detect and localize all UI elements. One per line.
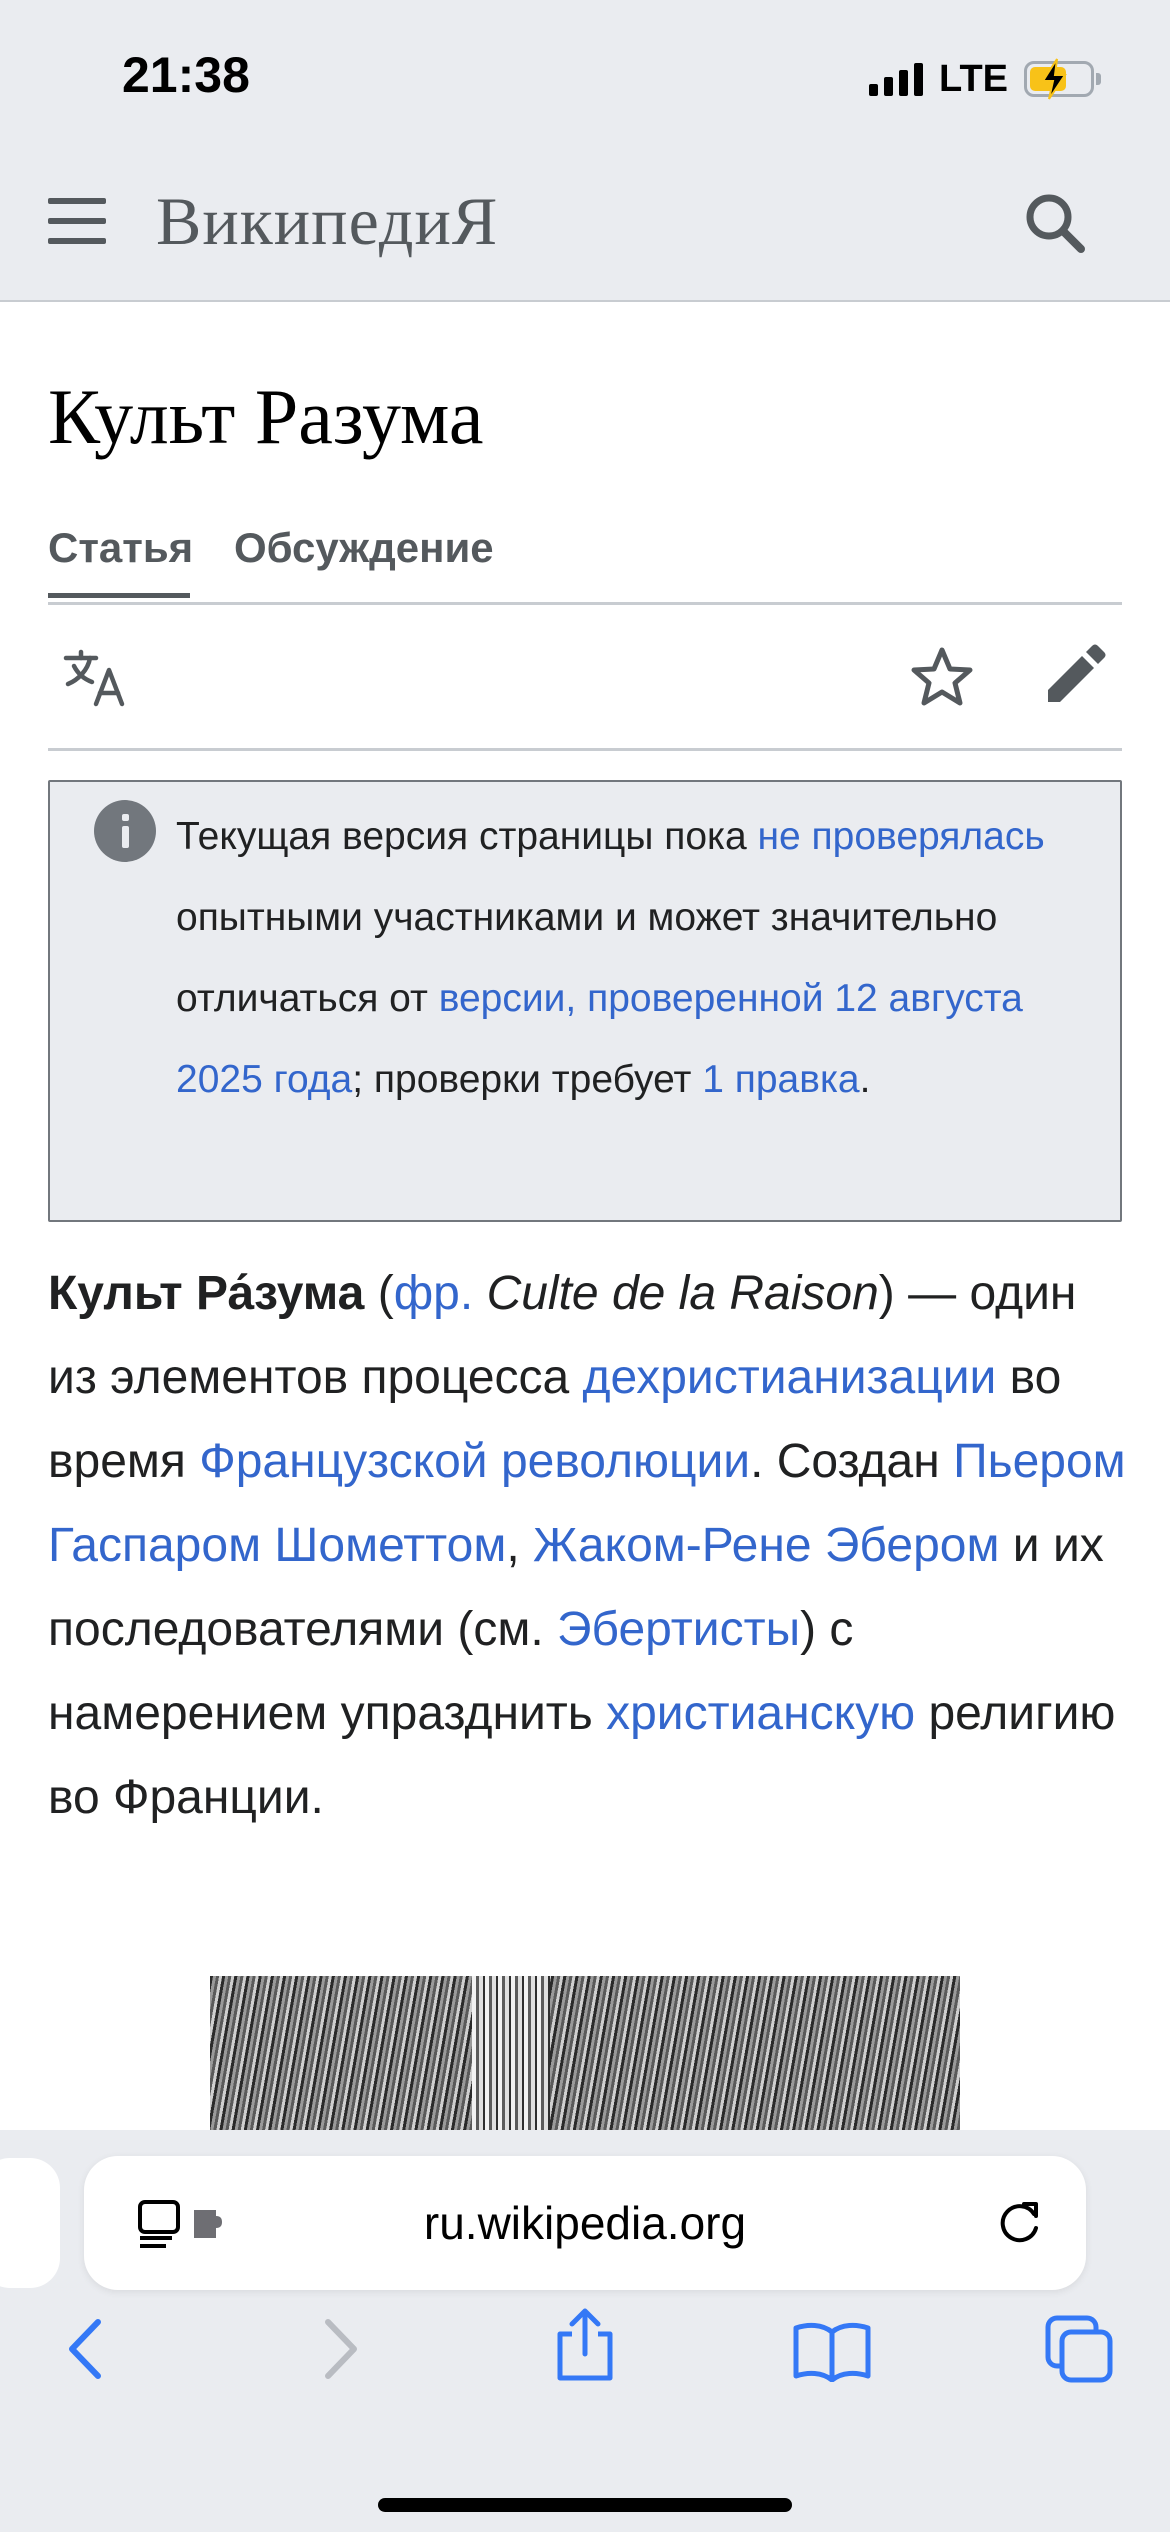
article-subject: Культ Ра́зума	[48, 1267, 365, 1320]
watch-star-icon[interactable]	[910, 646, 974, 708]
not-reviewed-link[interactable]: не проверялась	[757, 815, 1044, 858]
share-icon[interactable]	[550, 2308, 620, 2384]
notice-text-part: ; проверки требует	[352, 1058, 703, 1101]
image-column-detail	[472, 1976, 550, 2130]
address-bar[interactable]: ru.wikipedia.org	[84, 2156, 1086, 2290]
language-icon[interactable]	[62, 648, 128, 708]
pending-edits-link[interactable]: 1 правка	[702, 1058, 859, 1101]
notice-text: Текущая версия страницы пока не проверял…	[176, 796, 1096, 1120]
previous-tab-preview[interactable]	[0, 2158, 60, 2288]
link-dechristianization[interactable]: дехристианизации	[583, 1351, 997, 1404]
battery-icon	[1024, 58, 1101, 100]
page-toolbar	[48, 602, 1122, 751]
lead-paragraph: Культ Ра́зума (фр. Culte de la Raison) —…	[48, 1252, 1128, 1840]
browser-bottom-bar: ru.wikipedia.org	[0, 2130, 1170, 2532]
status-time: 21:38	[122, 47, 250, 103]
cellular-signal-icon	[869, 62, 924, 96]
menu-icon[interactable]	[48, 198, 108, 246]
edit-pencil-icon[interactable]	[1042, 644, 1106, 708]
reload-icon[interactable]	[994, 2198, 1044, 2248]
home-indicator[interactable]	[378, 2498, 792, 2512]
status-indicators: LTE	[869, 54, 1101, 104]
info-icon	[94, 800, 156, 862]
text-run: ,	[506, 1519, 533, 1572]
forward-icon[interactable]	[316, 2314, 366, 2384]
pending-changes-notice: Текущая версия страницы пока не проверял…	[48, 780, 1122, 1222]
search-icon[interactable]	[1022, 190, 1088, 256]
wikipedia-wordmark[interactable]: ВикипедиЯ	[156, 182, 498, 261]
notice-text-part: .	[859, 1058, 871, 1101]
link-christian[interactable]: христианскую	[606, 1687, 915, 1740]
notice-text-part: Текущая версия страницы пока	[176, 815, 758, 858]
link-hebert[interactable]: Жаком-Рене Эбером	[533, 1519, 999, 1572]
article-image[interactable]	[210, 1976, 960, 2130]
link-french-revolution[interactable]: Французской революции	[199, 1435, 750, 1488]
back-icon[interactable]	[60, 2314, 110, 2384]
status-bar: 21:38 LTE	[0, 0, 1170, 142]
bookmarks-icon[interactable]	[792, 2320, 872, 2382]
link-hebertists[interactable]: Эбертисты	[557, 1603, 800, 1656]
url-text: ru.wikipedia.org	[423, 2197, 747, 2249]
text-run: . Создан	[750, 1435, 954, 1488]
french-name: Culte de la Raison	[486, 1267, 879, 1320]
page-title: Культ Разума	[48, 373, 484, 460]
network-type: LTE	[939, 57, 1008, 100]
tab-talk[interactable]: Обсуждение	[234, 524, 494, 598]
article-tabs: Статья Обсуждение	[48, 520, 1122, 605]
wiki-header: ВикипедиЯ	[0, 142, 1170, 302]
text-run: (	[364, 1267, 394, 1320]
tabs-icon[interactable]	[1044, 2314, 1116, 2386]
text-run	[473, 1267, 486, 1320]
tab-article[interactable]: Статья	[48, 524, 193, 598]
link-french-language[interactable]: фр.	[394, 1267, 474, 1320]
